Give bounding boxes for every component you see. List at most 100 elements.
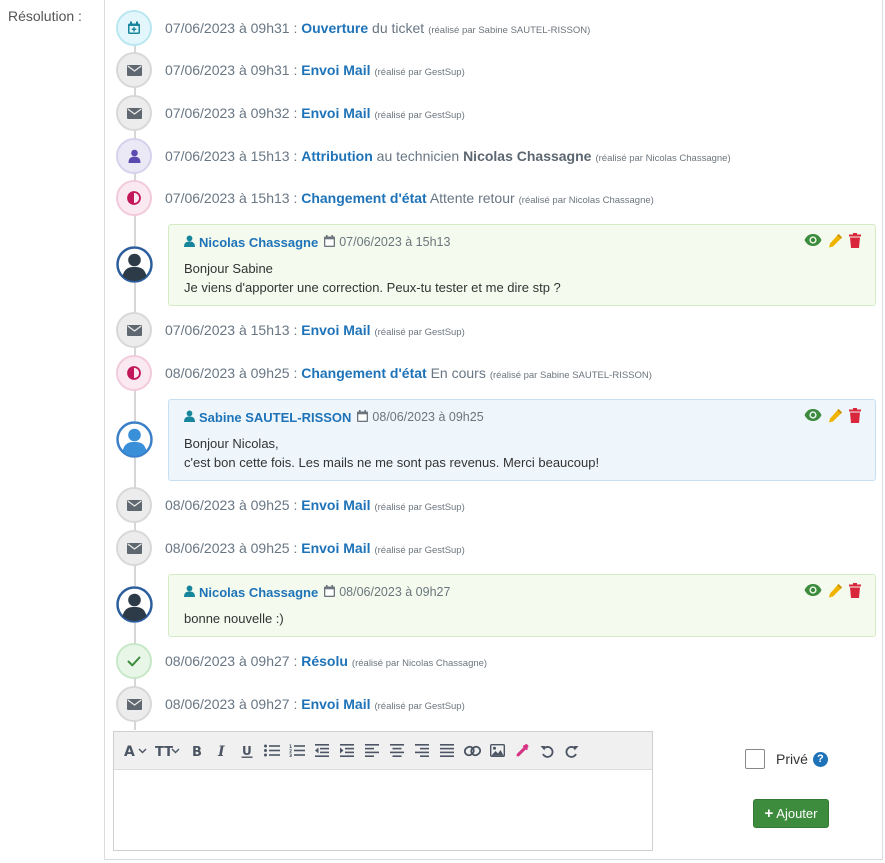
message-body: Bonjour Sabine Je viens d'apporter une c…	[184, 261, 561, 295]
event-author: (réalisé par Nicolas Chassagne)	[351, 658, 488, 669]
text-height-icon[interactable]: TT	[155, 738, 181, 764]
plus-icon: +	[764, 805, 774, 822]
user-icon	[184, 410, 195, 425]
help-icon[interactable]: ?	[812, 751, 828, 767]
envelope-icon	[116, 686, 152, 722]
event-author: (réalisé par Nicolas Chassagne)	[518, 195, 654, 206]
svg-text:TT: TT	[155, 745, 173, 758]
timeline-event-attribution: 07/06/2023 à 15h13 : Attribution au tech…	[116, 138, 731, 174]
justify-icon[interactable]	[438, 738, 456, 764]
half-circle-icon	[116, 355, 152, 391]
timeline-event-mail: 08/06/2023 à 09h25 : Envoi Mail (réalisé …	[116, 530, 465, 566]
event-action: Changement d'état	[301, 365, 427, 381]
timeline-event-resolved: 08/06/2023 à 09h27 : Résolu (réalisé par …	[116, 643, 487, 679]
font-icon[interactable]: A	[124, 738, 148, 764]
editor-toolbar: A TT B I U 123	[114, 732, 652, 770]
event-action: Ouverture	[301, 20, 369, 36]
envelope-icon	[116, 487, 152, 523]
redo-icon[interactable]	[563, 738, 581, 764]
event-action: Envoi Mail	[301, 540, 371, 556]
timeline-event-text: 08/06/2023 à 09h27 : Résolu (réalisé par …	[165, 653, 488, 669]
pencil-icon[interactable]	[828, 583, 843, 603]
timeline-event-mail: 08/06/2023 à 09h27 : Envoi Mail (réalisé …	[116, 686, 465, 722]
underline-icon[interactable]: U	[238, 738, 256, 764]
private-checkbox[interactable]	[745, 749, 765, 769]
envelope-icon	[116, 52, 152, 88]
user-icon	[116, 138, 152, 174]
eye-icon[interactable]	[804, 583, 822, 603]
bold-icon[interactable]: B	[188, 738, 206, 764]
trash-icon[interactable]	[849, 233, 861, 253]
message-author: Sabine SAUTEL-RISSON	[199, 409, 352, 425]
technician-name: Nicolas Chassagne	[463, 148, 592, 164]
timeline-event-mail: 08/06/2023 à 09h25 : Envoi Mail (réalisé …	[116, 487, 465, 523]
add-button[interactable]: + Ajouter	[753, 799, 829, 828]
color-picker-icon[interactable]	[513, 738, 531, 764]
timeline-event-text: 07/06/2023 à 09h31 : Ouverture du ticket…	[165, 20, 591, 36]
trash-icon[interactable]	[849, 408, 861, 428]
event-author: (réalisé par GestSup)	[374, 701, 465, 712]
event-author: (réalisé par GestSup)	[374, 67, 465, 78]
numbered-list-icon[interactable]: 123	[288, 738, 306, 764]
event-author: (réalisé par GestSup)	[374, 110, 465, 121]
timeline-event-text: 08/06/2023 à 09h25 : Envoi Mail (réalisé …	[165, 497, 465, 513]
envelope-icon	[116, 530, 152, 566]
timeline-event-state-change: 07/06/2023 à 15h13 : Changement d'état A…	[116, 180, 654, 216]
italic-icon[interactable]: I	[213, 738, 231, 764]
image-icon[interactable]	[488, 738, 506, 764]
avatar	[116, 421, 153, 458]
add-button-label: Ajouter	[776, 806, 818, 821]
link-icon[interactable]	[463, 738, 481, 764]
align-center-icon[interactable]	[388, 738, 406, 764]
event-action: Attribution	[301, 148, 373, 164]
indent-icon[interactable]	[338, 738, 356, 764]
resolution-label: Résolution :	[8, 8, 82, 24]
timeline-event-text: 07/06/2023 à 15h13 : Attribution au tech…	[165, 148, 731, 164]
message-card: Nicolas Chassagne 07/06/2023 à 15h13 Bon…	[168, 224, 876, 306]
event-author: (réalisé par GestSup)	[374, 502, 465, 513]
timeline-event-mail: 07/06/2023 à 09h31 : Envoi Mail (réalisé …	[116, 52, 465, 88]
eye-icon[interactable]	[804, 408, 822, 428]
event-action: Envoi Mail	[301, 322, 371, 338]
align-left-icon[interactable]	[363, 738, 381, 764]
message-body: Bonjour Nicolas, c'est bon cette fois. L…	[184, 436, 600, 470]
timeline-event-state-change: 08/06/2023 à 09h25 : Changement d'état E…	[116, 355, 652, 391]
private-label: Privé	[776, 751, 808, 767]
message-body: bonne nouvelle :)	[184, 611, 284, 626]
event-author: (réalisé par Sabine SAUTEL-RISSON)	[428, 25, 591, 36]
outdent-icon[interactable]	[313, 738, 331, 764]
pencil-icon[interactable]	[828, 408, 843, 428]
eye-icon[interactable]	[804, 233, 822, 253]
timeline-event-text: 07/06/2023 à 15h13 : Changement d'état A…	[165, 190, 654, 206]
bullet-list-icon[interactable]	[263, 738, 281, 764]
message-date: 08/06/2023 à 09h25	[372, 410, 484, 424]
event-author: (réalisé par Nicolas Chassagne)	[595, 153, 731, 164]
timeline-event-text: 08/06/2023 à 09h27 : Envoi Mail (réalisé …	[165, 696, 465, 712]
envelope-icon	[116, 95, 152, 131]
timeline-event-text: 07/06/2023 à 15h13 : Envoi Mail (réalisé …	[165, 322, 465, 338]
timeline-event-text: 08/06/2023 à 09h25 : Changement d'état E…	[165, 365, 652, 381]
trash-icon[interactable]	[849, 583, 861, 603]
message-card: Nicolas Chassagne 08/06/2023 à 09h27 bon…	[168, 574, 876, 637]
editor-text-area[interactable]	[114, 770, 652, 850]
event-action: Envoi Mail	[301, 696, 371, 712]
message-date: 07/06/2023 à 15h13	[339, 235, 451, 249]
message-actions	[804, 233, 861, 253]
timeline-event-mail: 07/06/2023 à 15h13 : Envoi Mail (réalisé …	[116, 312, 465, 348]
pencil-icon[interactable]	[828, 233, 843, 253]
timeline-event-mail: 07/06/2023 à 09h32 : Envoi Mail (réalisé …	[116, 95, 465, 131]
timeline-event-opening: 07/06/2023 à 09h31 : Ouverture du ticket…	[116, 10, 590, 46]
event-action: Envoi Mail	[301, 62, 371, 78]
svg-text:3: 3	[289, 753, 292, 757]
calendar-icon	[324, 584, 336, 600]
private-option: Privé ?	[745, 749, 828, 769]
message-author: Nicolas Chassagne	[199, 584, 319, 600]
message-actions	[804, 408, 861, 428]
align-right-icon[interactable]	[413, 738, 431, 764]
svg-text:B: B	[192, 745, 202, 758]
avatar	[116, 586, 153, 623]
timeline-event-text: 07/06/2023 à 09h31 : Envoi Mail (réalisé …	[165, 62, 465, 78]
envelope-icon	[116, 312, 152, 348]
undo-icon[interactable]	[538, 738, 556, 764]
calendar-icon	[324, 234, 336, 250]
